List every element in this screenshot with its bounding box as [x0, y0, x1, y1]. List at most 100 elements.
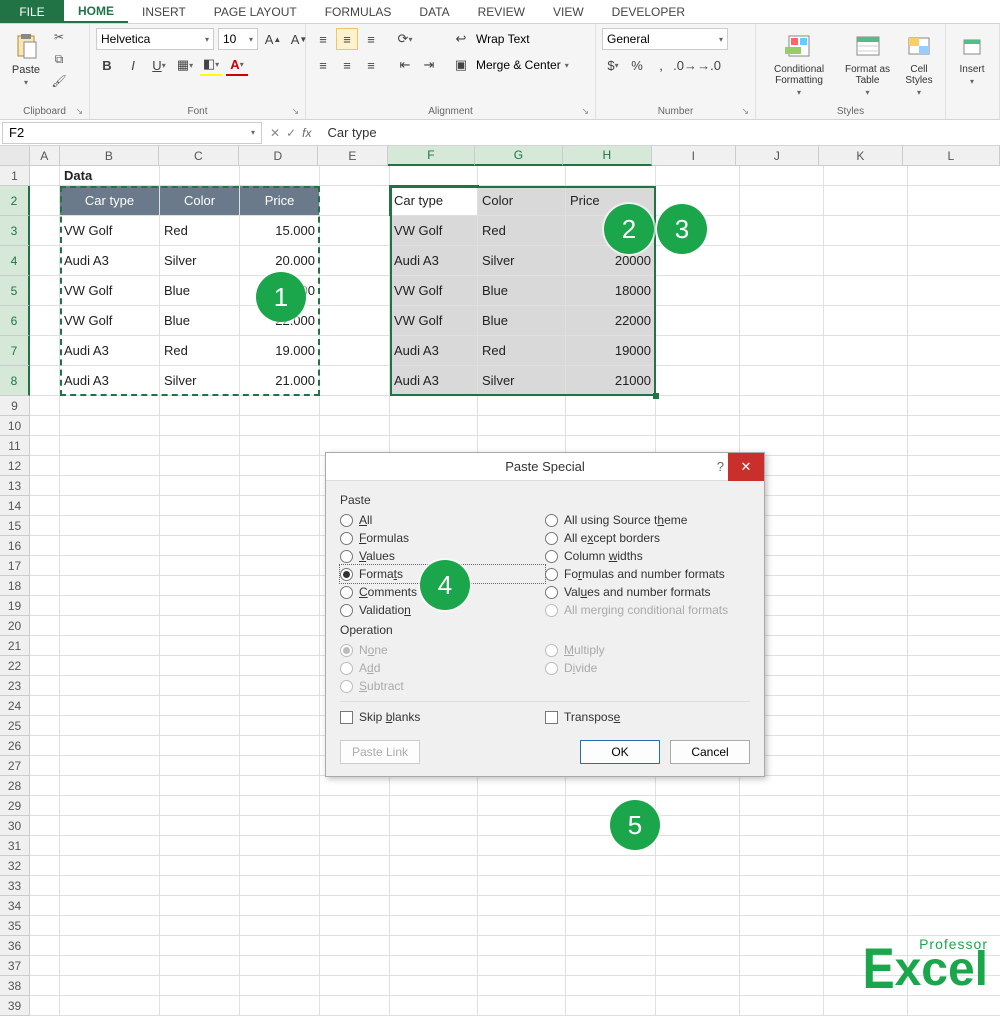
cell-A16[interactable] [30, 536, 60, 556]
cell-B3[interactable]: VW Golf [60, 216, 160, 246]
cell-B28[interactable] [60, 776, 160, 796]
tab-developer[interactable]: DEVELOPER [598, 0, 699, 23]
cell-I10[interactable] [656, 416, 740, 436]
cell-L16[interactable] [908, 536, 1000, 556]
cell-B30[interactable] [60, 816, 160, 836]
cell-K22[interactable] [824, 656, 908, 676]
row-header-27[interactable]: 27 [0, 756, 30, 776]
close-icon[interactable]: ✕ [728, 453, 764, 481]
font-size-combo[interactable]: 10▾ [218, 28, 258, 50]
cell-C26[interactable] [160, 736, 240, 756]
row-header-25[interactable]: 25 [0, 716, 30, 736]
cell-J1[interactable] [740, 166, 824, 186]
cell-D34[interactable] [240, 896, 320, 916]
cell-E8[interactable] [320, 366, 390, 396]
cell-D36[interactable] [240, 936, 320, 956]
cell-K10[interactable] [824, 416, 908, 436]
cell-F8[interactable]: Audi A3 [390, 366, 478, 396]
cell-D1[interactable] [240, 166, 320, 186]
cell-I38[interactable] [656, 976, 740, 996]
cell-F30[interactable] [390, 816, 478, 836]
cell-A34[interactable] [30, 896, 60, 916]
cell-L34[interactable] [908, 896, 1000, 916]
cell-E5[interactable] [320, 276, 390, 306]
row-header-22[interactable]: 22 [0, 656, 30, 676]
cell-L23[interactable] [908, 676, 1000, 696]
cell-I5[interactable] [656, 276, 740, 306]
cell-H34[interactable] [566, 896, 656, 916]
cell-L10[interactable] [908, 416, 1000, 436]
cell-K16[interactable] [824, 536, 908, 556]
cell-I6[interactable] [656, 306, 740, 336]
ok-button[interactable]: OK [580, 740, 660, 764]
decrease-decimal-icon[interactable]: →.0 [698, 54, 720, 76]
cell-C10[interactable] [160, 416, 240, 436]
cell-D7[interactable]: 19.000 [240, 336, 320, 366]
cell-K11[interactable] [824, 436, 908, 456]
cell-K23[interactable] [824, 676, 908, 696]
cancel-button[interactable]: Cancel [670, 740, 750, 764]
tab-formulas[interactable]: FORMULAS [311, 0, 406, 23]
number-format-combo[interactable]: General▾ [602, 28, 728, 50]
cell-A35[interactable] [30, 916, 60, 936]
cell-G6[interactable]: Blue [478, 306, 566, 336]
cell-D21[interactable] [240, 636, 320, 656]
row-header-19[interactable]: 19 [0, 596, 30, 616]
row-header-8[interactable]: 8 [0, 366, 30, 396]
cell-C39[interactable] [160, 996, 240, 1016]
formula-input[interactable]: Car type [319, 125, 1000, 140]
italic-button[interactable]: I [122, 54, 144, 76]
row-header-36[interactable]: 36 [0, 936, 30, 956]
cell-C14[interactable] [160, 496, 240, 516]
bold-button[interactable]: B [96, 54, 118, 76]
cell-L35[interactable] [908, 916, 1000, 936]
cell-B22[interactable] [60, 656, 160, 676]
column-header-I[interactable]: I [652, 146, 736, 166]
cell-I8[interactable] [656, 366, 740, 396]
radio-column-widths[interactable]: Column widths [545, 547, 750, 565]
cell-K3[interactable] [824, 216, 908, 246]
cell-H8[interactable]: 21000 [566, 366, 656, 396]
row-header-33[interactable]: 33 [0, 876, 30, 896]
cell-K31[interactable] [824, 836, 908, 856]
cell-B17[interactable] [60, 556, 160, 576]
cell-G34[interactable] [478, 896, 566, 916]
cell-J10[interactable] [740, 416, 824, 436]
cell-A32[interactable] [30, 856, 60, 876]
cell-E39[interactable] [320, 996, 390, 1016]
font-name-combo[interactable]: Helvetica▾ [96, 28, 214, 50]
align-right-icon[interactable]: ≡ [360, 54, 382, 76]
cell-I37[interactable] [656, 956, 740, 976]
cell-B29[interactable] [60, 796, 160, 816]
cell-K27[interactable] [824, 756, 908, 776]
cell-E38[interactable] [320, 976, 390, 996]
cell-E36[interactable] [320, 936, 390, 956]
cell-F28[interactable] [390, 776, 478, 796]
cell-J31[interactable] [740, 836, 824, 856]
cell-L12[interactable] [908, 456, 1000, 476]
cell-G35[interactable] [478, 916, 566, 936]
row-header-17[interactable]: 17 [0, 556, 30, 576]
cell-D13[interactable] [240, 476, 320, 496]
cell-G38[interactable] [478, 976, 566, 996]
cell-I29[interactable] [656, 796, 740, 816]
cell-A5[interactable] [30, 276, 60, 306]
increase-indent-icon[interactable]: ⇥ [418, 54, 440, 76]
cell-D3[interactable]: 15.000 [240, 216, 320, 246]
cell-J32[interactable] [740, 856, 824, 876]
cell-K17[interactable] [824, 556, 908, 576]
cell-E29[interactable] [320, 796, 390, 816]
row-header-14[interactable]: 14 [0, 496, 30, 516]
cell-D19[interactable] [240, 596, 320, 616]
cell-B7[interactable]: Audi A3 [60, 336, 160, 366]
cell-C31[interactable] [160, 836, 240, 856]
column-header-J[interactable]: J [736, 146, 820, 166]
cell-B27[interactable] [60, 756, 160, 776]
cell-E30[interactable] [320, 816, 390, 836]
radio-except-borders[interactable]: All except borders [545, 529, 750, 547]
cell-D27[interactable] [240, 756, 320, 776]
cell-E35[interactable] [320, 916, 390, 936]
cell-D24[interactable] [240, 696, 320, 716]
tab-insert[interactable]: INSERT [128, 0, 200, 23]
cell-L15[interactable] [908, 516, 1000, 536]
